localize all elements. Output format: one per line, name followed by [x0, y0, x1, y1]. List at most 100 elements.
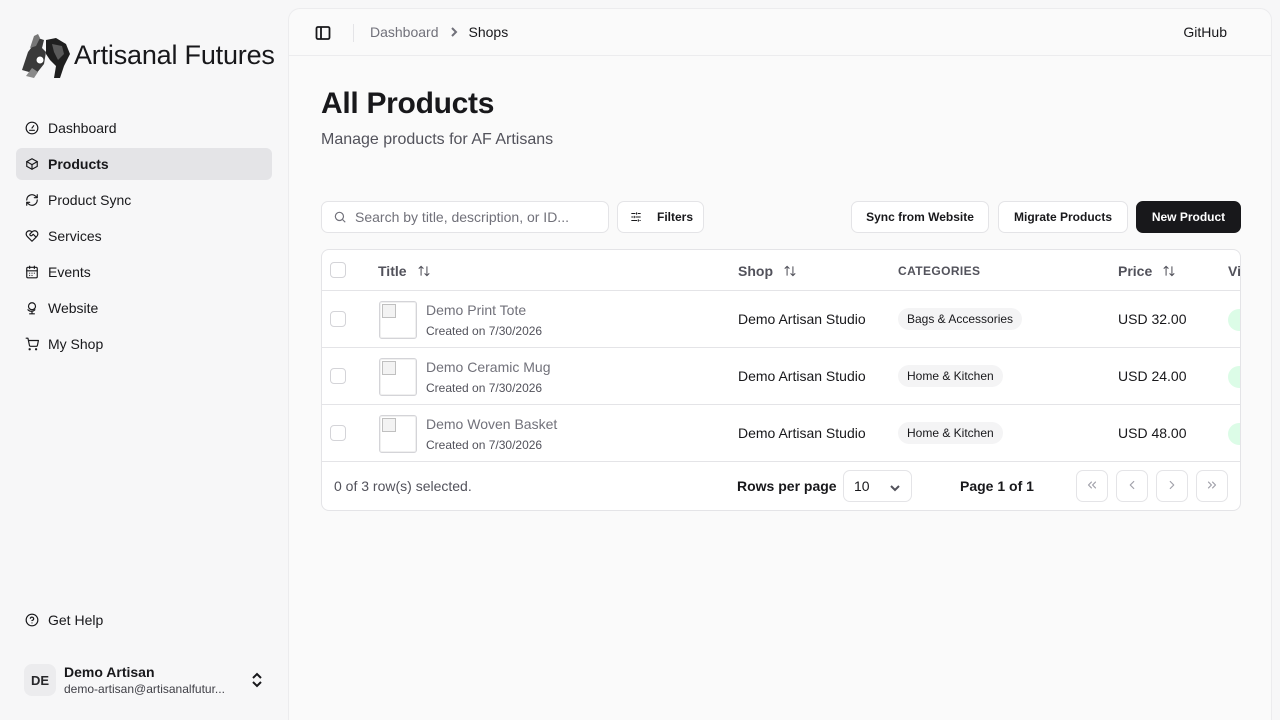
sidebar-item-dashboard[interactable]: Dashboard	[16, 112, 272, 144]
sidebar-item-label: Services	[48, 228, 102, 244]
product-shop: Demo Artisan Studio	[738, 368, 866, 384]
product-image	[379, 301, 417, 339]
product-price: USD 32.00	[1118, 311, 1187, 327]
table-header: Title Shop CATEGORIES Price Vi	[322, 250, 1240, 291]
breadcrumb-current: Shops	[468, 24, 509, 40]
column-price-label: Price	[1118, 263, 1153, 279]
artisan-hands-logo-icon	[22, 34, 70, 78]
broken-image-icon	[382, 304, 396, 318]
product-title[interactable]: Demo Ceramic Mug	[426, 359, 550, 375]
filters-button[interactable]: Filters	[617, 201, 704, 233]
table-footer: 0 of 3 row(s) selected. Rows per page 10…	[322, 462, 1240, 510]
column-categories-label: CATEGORIES	[898, 264, 981, 278]
search-box	[321, 201, 609, 233]
user-email: demo-artisan@artisanalfutur...	[64, 682, 225, 696]
sidebar-item-products[interactable]: Products	[16, 148, 272, 180]
sidebar-item-label: My Shop	[48, 336, 104, 352]
user-info: Demo Artisan demo-artisan@artisanalfutur…	[64, 663, 240, 697]
divider	[353, 24, 354, 42]
category-badge: Bags & Accessories	[898, 308, 1023, 330]
column-visibility[interactable]: Vi	[1228, 263, 1240, 279]
product-title[interactable]: Demo Print Tote	[426, 302, 526, 318]
package-icon	[25, 157, 39, 171]
sidebar-item-label: Dashboard	[48, 120, 117, 136]
page-title: All Products	[321, 87, 495, 120]
column-categories: CATEGORIES	[898, 264, 980, 278]
main-panel: Dashboard Shops GitHub All Products Mana…	[288, 8, 1272, 720]
row-checkbox[interactable]	[330, 311, 346, 327]
category-badge: Home & Kitchen	[898, 422, 1003, 444]
column-shop[interactable]: Shop	[738, 263, 797, 279]
page-indicator: Page 1 of 1	[960, 478, 1034, 494]
get-help-link[interactable]: Get Help	[16, 604, 272, 636]
help-circle-icon	[25, 613, 39, 627]
chevron-down-icon	[889, 481, 901, 493]
column-title[interactable]: Title	[378, 263, 431, 279]
brand-logo[interactable]: Artisanal Futures	[16, 30, 275, 80]
product-created: Created on 7/30/2026	[426, 438, 543, 452]
sidebar-item-website[interactable]: Website	[16, 292, 272, 324]
page-subtitle: Manage products for AF Artisans	[321, 131, 554, 148]
last-page-button[interactable]	[1196, 470, 1228, 502]
previous-page-button[interactable]	[1116, 470, 1148, 502]
avatar: DE	[24, 664, 56, 696]
user-menu[interactable]: DE Demo Artisan demo-artisan@artisanalfu…	[24, 660, 272, 700]
chevron-right-icon	[1165, 478, 1179, 495]
search-icon	[333, 210, 347, 224]
table-row[interactable]: Demo Ceramic Mug Created on 7/30/2026 De…	[322, 348, 1240, 405]
product-image	[379, 358, 417, 396]
product-shop: Demo Artisan Studio	[738, 311, 866, 327]
rows-per-page-select[interactable]: 10	[843, 470, 912, 502]
status-badge	[1228, 366, 1240, 388]
chevrons-right-icon	[1205, 478, 1219, 495]
product-title[interactable]: Demo Woven Basket	[426, 416, 557, 432]
breadcrumb-dashboard[interactable]: Dashboard	[370, 24, 439, 40]
sort-icon	[417, 264, 431, 278]
sidebar-item-events[interactable]: Events	[16, 256, 272, 288]
top-bar: Dashboard Shops GitHub	[289, 9, 1271, 56]
select-all-checkbox[interactable]	[330, 262, 346, 278]
row-checkbox[interactable]	[330, 425, 346, 441]
migrate-products-button[interactable]: Migrate Products	[998, 201, 1128, 233]
breadcrumb: Dashboard Shops	[370, 24, 508, 40]
sidebar-toggle-icon[interactable]	[315, 25, 331, 41]
first-page-button[interactable]	[1076, 470, 1108, 502]
dashboard-gauge-icon	[25, 121, 39, 135]
rows-per-page-value: 10	[854, 478, 870, 494]
refresh-icon	[25, 193, 39, 207]
column-price[interactable]: Price	[1118, 263, 1176, 279]
brand-name: Artisanal Futures	[74, 39, 275, 70]
github-link[interactable]: GitHub	[1183, 24, 1227, 40]
sidebar-item-label: Website	[48, 300, 99, 316]
broken-image-icon	[382, 418, 396, 432]
chevrons-up-down-icon	[250, 672, 264, 688]
search-input[interactable]	[355, 209, 595, 225]
chevron-right-icon	[449, 26, 459, 38]
table-row[interactable]: Demo Print Tote Created on 7/30/2026 Dem…	[322, 291, 1240, 348]
row-checkbox[interactable]	[330, 368, 346, 384]
new-product-button[interactable]: New Product	[1136, 201, 1241, 233]
products-table: Title Shop CATEGORIES Price Vi Demo Prin…	[321, 249, 1241, 511]
status-badge	[1228, 423, 1240, 445]
sidebar-item-product-sync[interactable]: Product Sync	[16, 184, 272, 216]
sidebar-item-my-shop[interactable]: My Shop	[16, 328, 272, 360]
chevrons-left-icon	[1085, 478, 1099, 495]
column-shop-label: Shop	[738, 263, 773, 279]
heart-handshake-icon	[25, 229, 39, 243]
store-icon	[25, 337, 39, 351]
sidebar-item-services[interactable]: Services	[16, 220, 272, 252]
next-page-button[interactable]	[1156, 470, 1188, 502]
broken-image-icon	[382, 361, 396, 375]
sidebar-nav: Dashboard Products Product Sync Services…	[16, 112, 272, 364]
product-created: Created on 7/30/2026	[426, 324, 543, 338]
table-row[interactable]: Demo Woven Basket Created on 7/30/2026 D…	[322, 405, 1240, 462]
selection-count: 0 of 3 row(s) selected.	[334, 478, 472, 494]
product-price: USD 24.00	[1118, 368, 1187, 384]
calendar-icon	[25, 265, 39, 279]
sync-from-website-button[interactable]: Sync from Website	[851, 201, 989, 233]
sidebar-item-label: Product Sync	[48, 192, 132, 208]
chevron-left-icon	[1125, 478, 1139, 495]
product-image	[379, 415, 417, 453]
column-title-label: Title	[378, 263, 407, 279]
sidebar: Artisanal Futures Dashboard Products Pro…	[0, 0, 287, 720]
